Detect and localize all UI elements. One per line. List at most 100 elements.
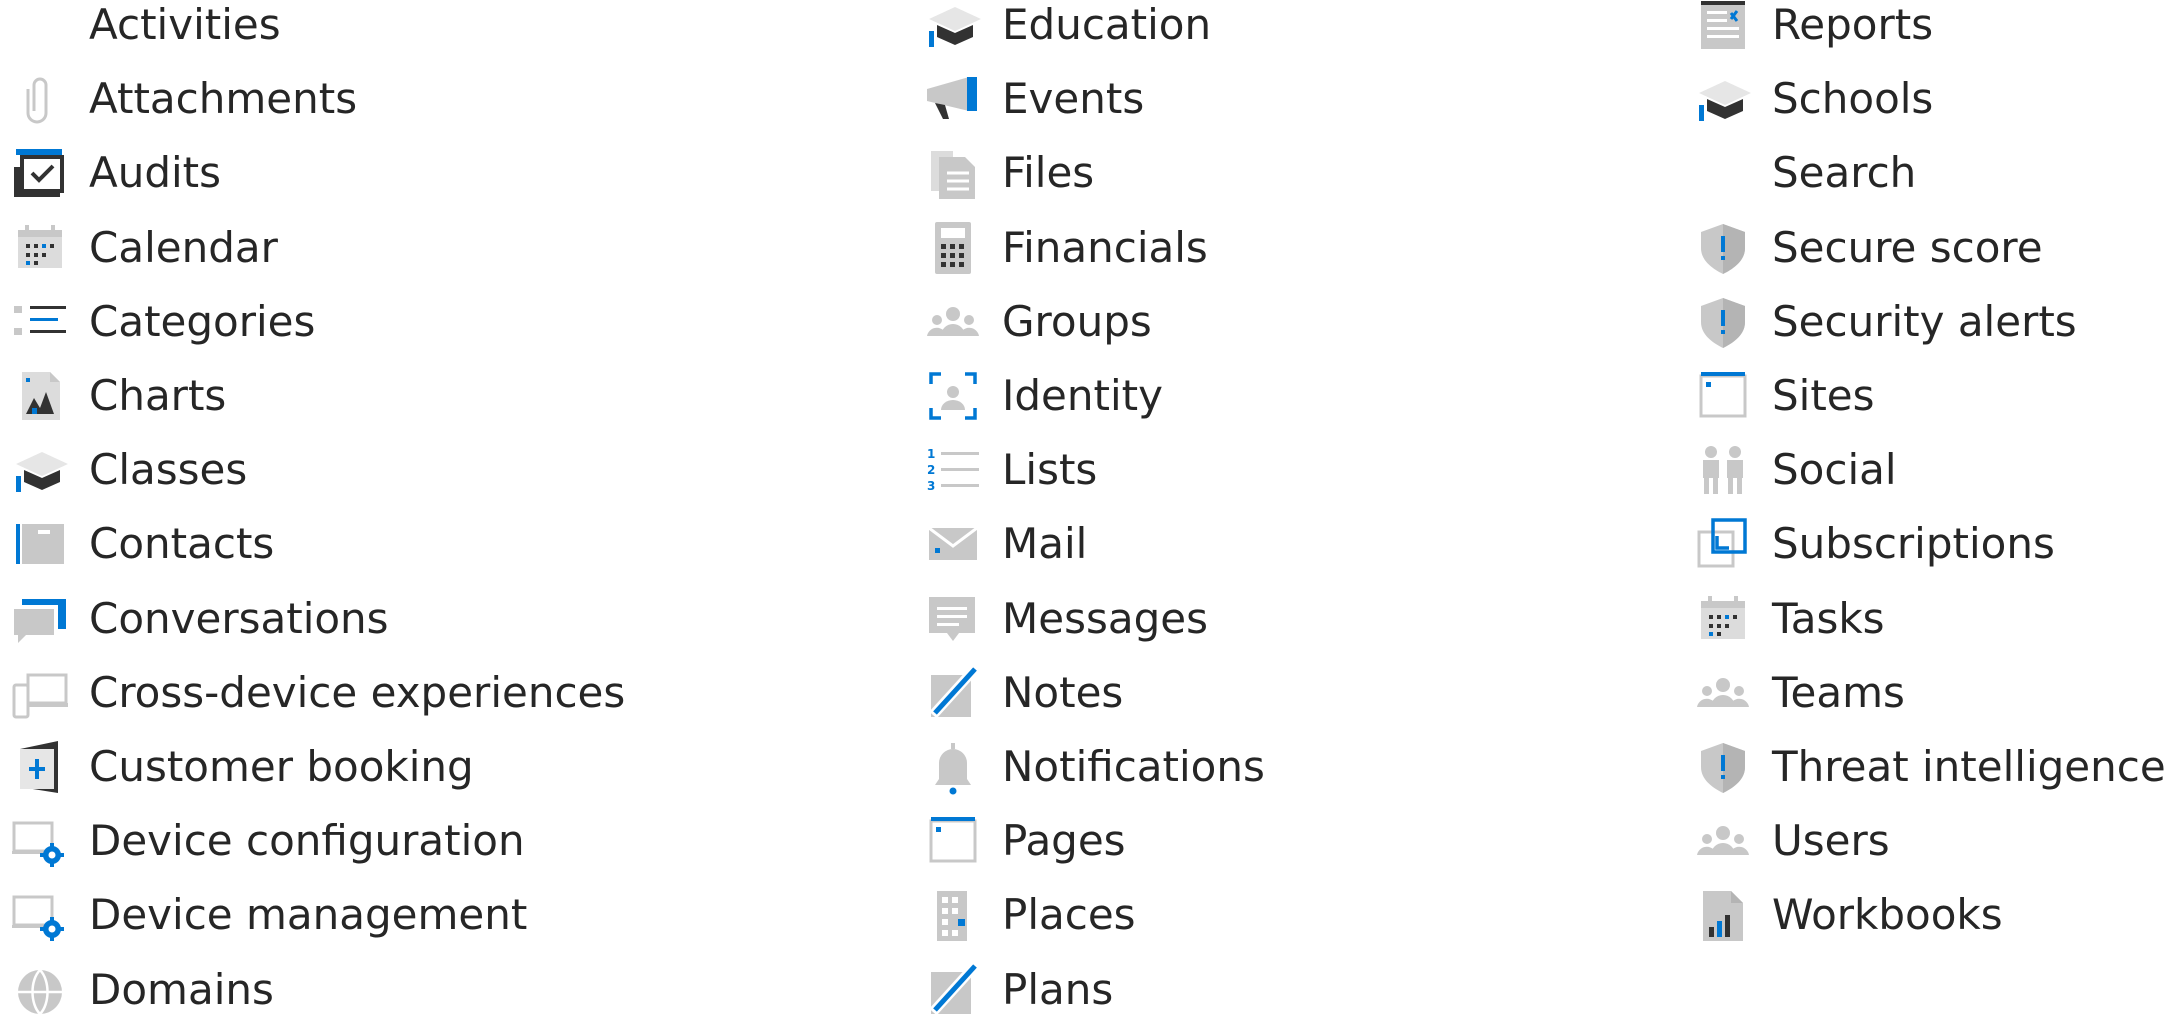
list-item-social[interactable]: Social xyxy=(1695,433,1897,507)
item-label: Plans xyxy=(1002,964,1114,1014)
item-label: Financials xyxy=(1002,222,1208,272)
list-item-threat-intelligence[interactable]: Threat intelligence xyxy=(1695,730,2166,804)
list-item-classes[interactable]: Classes xyxy=(12,433,247,507)
paperclip-icon xyxy=(12,71,72,127)
list-item-subscriptions[interactable]: Subscriptions xyxy=(1695,507,2055,581)
globe-icon xyxy=(12,962,72,1018)
item-label: Audits xyxy=(89,148,222,198)
list-item-notes[interactable]: Notes xyxy=(925,656,1123,730)
list-item-plans[interactable]: Plans xyxy=(925,953,1113,1027)
megaphone-icon xyxy=(925,71,985,127)
list-item-calendar[interactable]: Calendar xyxy=(12,211,278,285)
list-item-identity[interactable]: Identity xyxy=(925,359,1163,433)
item-label: Calendar xyxy=(89,222,278,272)
list-item-attachments[interactable]: Attachments xyxy=(12,62,357,136)
list-item-events[interactable]: Events xyxy=(925,62,1144,136)
item-label: Lists xyxy=(1002,445,1098,495)
list-item-financials[interactable]: Financials xyxy=(925,211,1208,285)
identity-frame-icon xyxy=(925,368,985,424)
list-item-customer-booking[interactable]: Customer booking xyxy=(12,730,474,804)
item-label: Secure score xyxy=(1772,222,2043,272)
list-item-workbooks[interactable]: Workbooks xyxy=(1695,878,2003,952)
item-label: Users xyxy=(1772,816,1890,866)
item-label: Schools xyxy=(1772,74,1934,124)
item-label: Attachments xyxy=(89,74,358,124)
list-item-education[interactable]: Education xyxy=(925,0,1211,62)
devices-icon xyxy=(12,665,72,721)
list-item-teams[interactable]: Teams xyxy=(1695,656,1905,730)
item-label: Teams xyxy=(1772,667,1905,717)
list-item-security-alerts[interactable]: Security alerts xyxy=(1695,285,2077,359)
empty-icon-slot xyxy=(1695,145,1755,201)
envelope-icon xyxy=(925,516,985,572)
people-group-icon xyxy=(1695,665,1755,721)
empty-icon-slot xyxy=(12,0,72,53)
calendar-icon xyxy=(12,220,72,276)
list-item-schools[interactable]: Schools xyxy=(1695,62,1933,136)
shield-alert-icon xyxy=(1695,294,1755,350)
page-window-icon xyxy=(925,813,985,869)
item-label: Charts xyxy=(89,371,227,420)
list-item-conversations[interactable]: Conversations xyxy=(12,582,389,656)
svg-text:2: 2 xyxy=(927,463,935,477)
item-label: Education xyxy=(1002,0,1212,49)
list-item-secure-score[interactable]: Secure score xyxy=(1695,211,2043,285)
item-label: Subscriptions xyxy=(1772,519,2055,569)
list-item-device-configuration[interactable]: Device configuration xyxy=(12,804,525,878)
bell-icon xyxy=(925,739,985,795)
list-item-categories[interactable]: Categories xyxy=(12,285,315,359)
audit-check-icon xyxy=(12,145,72,201)
item-label: Reports xyxy=(1772,0,1934,49)
item-label: Sites xyxy=(1772,371,1875,420)
list-item-cross-device-experiences[interactable]: Cross-device experiences xyxy=(12,656,625,730)
list-item-device-management[interactable]: Device management xyxy=(12,878,527,952)
list-item-sites[interactable]: Sites xyxy=(1695,359,1875,433)
item-label: Customer booking xyxy=(89,742,474,791)
list-item-notifications[interactable]: Notifications xyxy=(925,730,1265,804)
list-item-contacts[interactable]: Contacts xyxy=(12,507,274,581)
list-item-search[interactable]: Search xyxy=(1695,136,1916,210)
list-item-reports[interactable]: Reports xyxy=(1695,0,1933,62)
item-label: Files xyxy=(1002,148,1095,198)
graduation-cap-icon xyxy=(925,0,985,53)
list-item-activities[interactable]: Activities xyxy=(12,0,281,62)
list-item-lists[interactable]: 1 2 3 Lists xyxy=(925,433,1097,507)
pen-note-icon xyxy=(925,962,985,1018)
list-item-pages[interactable]: Pages xyxy=(925,804,1126,878)
item-label: Classes xyxy=(89,445,248,495)
list-item-users[interactable]: Users xyxy=(1695,804,1890,878)
list-item-files[interactable]: Files xyxy=(925,136,1094,210)
list-item-places[interactable]: Places xyxy=(925,878,1136,952)
list-item-domains[interactable]: Domains xyxy=(12,953,274,1027)
shield-alert-icon xyxy=(1695,220,1755,276)
svg-text:1: 1 xyxy=(927,447,935,461)
calculator-icon xyxy=(925,220,985,276)
list-item-messages[interactable]: Messages xyxy=(925,582,1208,656)
item-label: Security alerts xyxy=(1772,296,2077,346)
item-label: Workbooks xyxy=(1772,890,2003,940)
item-label: Activities xyxy=(89,0,281,49)
calendar-icon xyxy=(1695,591,1755,647)
list-item-groups[interactable]: Groups xyxy=(925,285,1152,359)
workbook-chart-icon xyxy=(1695,887,1755,943)
list-item-charts[interactable]: Charts xyxy=(12,359,226,433)
item-label: Pages xyxy=(1002,816,1126,866)
item-label: Social xyxy=(1772,445,1897,495)
list-item-mail[interactable]: Mail xyxy=(925,507,1087,581)
item-label: Groups xyxy=(1002,296,1152,346)
two-people-icon xyxy=(1695,442,1755,498)
people-group-icon xyxy=(1695,813,1755,869)
item-label: Places xyxy=(1002,890,1136,940)
item-label: Device management xyxy=(89,890,528,940)
list-item-tasks[interactable]: Tasks xyxy=(1695,582,1885,656)
item-label: Contacts xyxy=(89,519,275,569)
item-label: Conversations xyxy=(89,593,389,643)
item-label: Threat intelligence xyxy=(1772,742,2166,791)
numbered-list-icon: 1 2 3 xyxy=(925,442,985,498)
report-icon xyxy=(1695,0,1755,53)
item-label: Mail xyxy=(1002,519,1088,569)
item-label: Events xyxy=(1002,74,1145,124)
list-item-audits[interactable]: Audits xyxy=(12,136,221,210)
device-gear-icon xyxy=(12,813,72,869)
item-label: Messages xyxy=(1002,593,1208,643)
